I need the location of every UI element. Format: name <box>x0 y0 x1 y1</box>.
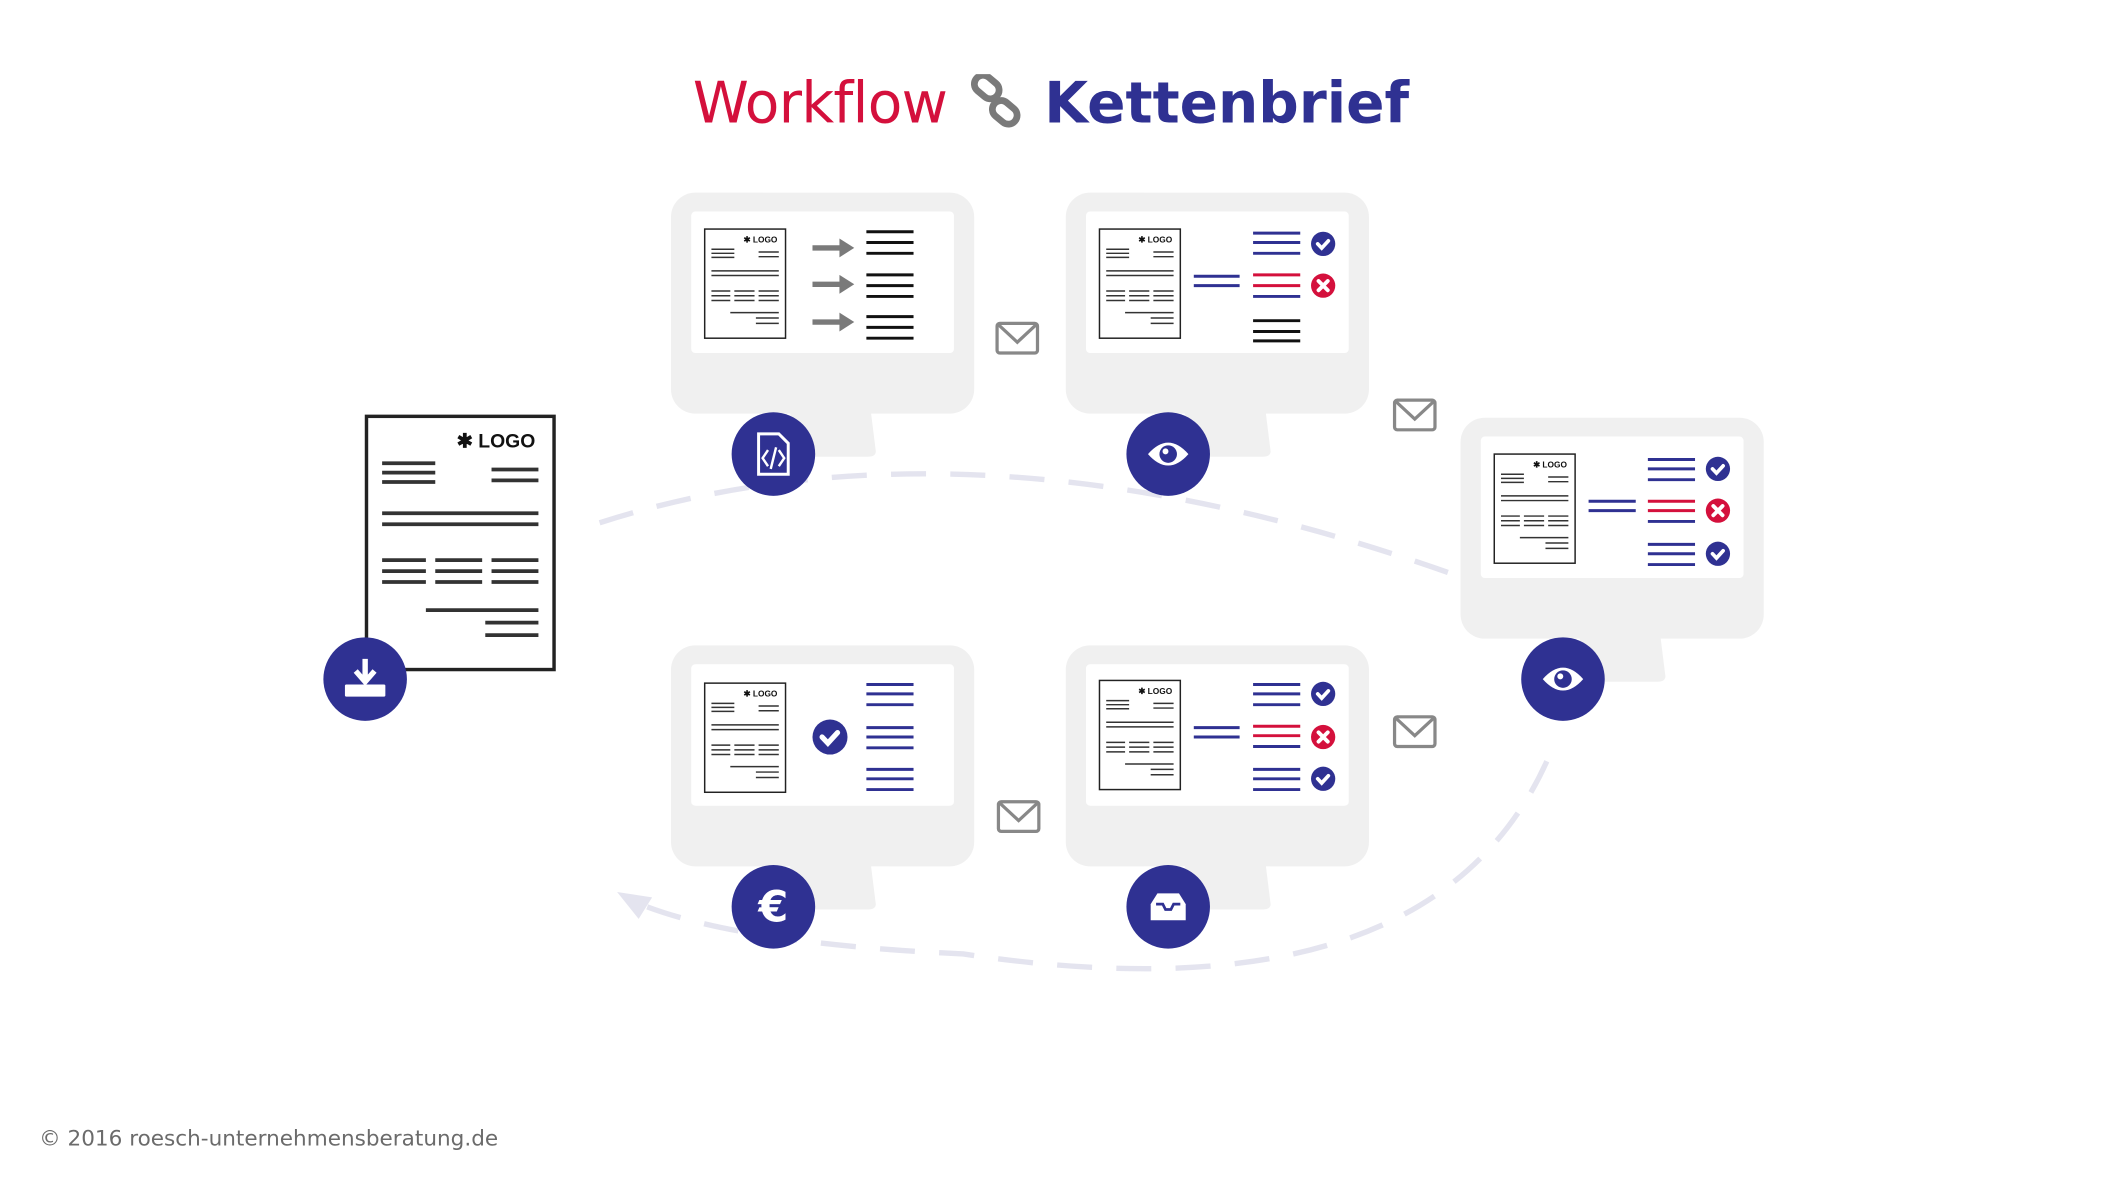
check-icon <box>1705 541 1731 566</box>
envelope-icon <box>1392 398 1437 432</box>
invoice-document: ✱ LOGO <box>1098 679 1182 791</box>
document-logo: ✱ LOGO <box>1138 686 1172 696</box>
monitor-inbox: ✱ LOGO <box>1065 645 1369 910</box>
eye-iris <box>1159 445 1177 463</box>
download-step-badge <box>323 637 407 721</box>
document-page <box>703 682 787 794</box>
euro-glyph: € <box>757 883 788 933</box>
invoice-document: ✱ LOGO <box>703 682 787 794</box>
euro-step-badge: € <box>731 865 816 949</box>
document-page <box>364 414 556 672</box>
eye-step-badge <box>1126 412 1210 496</box>
source-invoice-document: ✱ LOGO <box>364 414 556 672</box>
monitor-payment: ✱ LOGO <box>671 645 975 910</box>
file-code-step-badge <box>731 412 816 496</box>
eye-iris <box>1554 670 1572 688</box>
invoice-document: ✱ LOGO <box>1493 453 1576 564</box>
copyright-footer: © 2016 roesch-unternehmensberatung.de <box>39 1125 499 1151</box>
document-page <box>1098 228 1182 339</box>
monitor-review-1: ✱ LOGO <box>1065 192 1369 457</box>
check-icon <box>1705 456 1731 482</box>
document-page <box>1098 679 1182 791</box>
inbox-tray <box>1150 893 1186 921</box>
document-page <box>1493 453 1576 564</box>
inbox-icon <box>1150 893 1186 921</box>
check-icon <box>1311 766 1336 791</box>
eye-glint <box>1162 448 1169 455</box>
envelope-icon <box>995 321 1040 355</box>
check-icon <box>1311 231 1336 257</box>
document-logo: ✱ LOGO <box>744 689 778 699</box>
eye-step-badge <box>1521 637 1605 721</box>
error-icon <box>1311 724 1336 750</box>
document-page <box>703 228 787 339</box>
invoice-document: ✱ LOGO <box>703 228 787 339</box>
flow-path-top <box>598 471 1450 576</box>
workflow-diagram: Workflow Kettenbrief ✱ LOGO ✱ LOGO ✱ LOGO ✱ … <box>0 0 2102 1182</box>
check-icon <box>1311 681 1336 707</box>
monitor-review-2: ✱ LOGO <box>1460 417 1764 682</box>
eye-glint <box>1557 673 1564 680</box>
invoice-document: ✱ LOGO <box>1098 228 1182 339</box>
flow-arrowhead <box>617 891 653 919</box>
envelope-icon <box>1392 715 1437 749</box>
check-icon <box>812 719 848 755</box>
monitor-convert: ✱ LOGO <box>671 192 975 457</box>
euro-icon: € <box>757 883 788 933</box>
inbox-step-badge <box>1126 865 1210 949</box>
document-logo: ✱ LOGO <box>1533 460 1567 470</box>
document-logo: ✱ LOGO <box>457 431 536 453</box>
document-logo: ✱ LOGO <box>1138 235 1172 245</box>
envelope-icon <box>996 800 1041 833</box>
download-tray <box>344 684 386 697</box>
error-icon <box>1311 273 1336 298</box>
diagram-canvas: ✱ LOGO ✱ LOGO ✱ LOGO ✱ LOGO ✱ LOGO ✱ LOGO € <box>323 192 1764 972</box>
error-icon <box>1705 498 1731 523</box>
document-logo: ✱ LOGO <box>744 235 778 245</box>
